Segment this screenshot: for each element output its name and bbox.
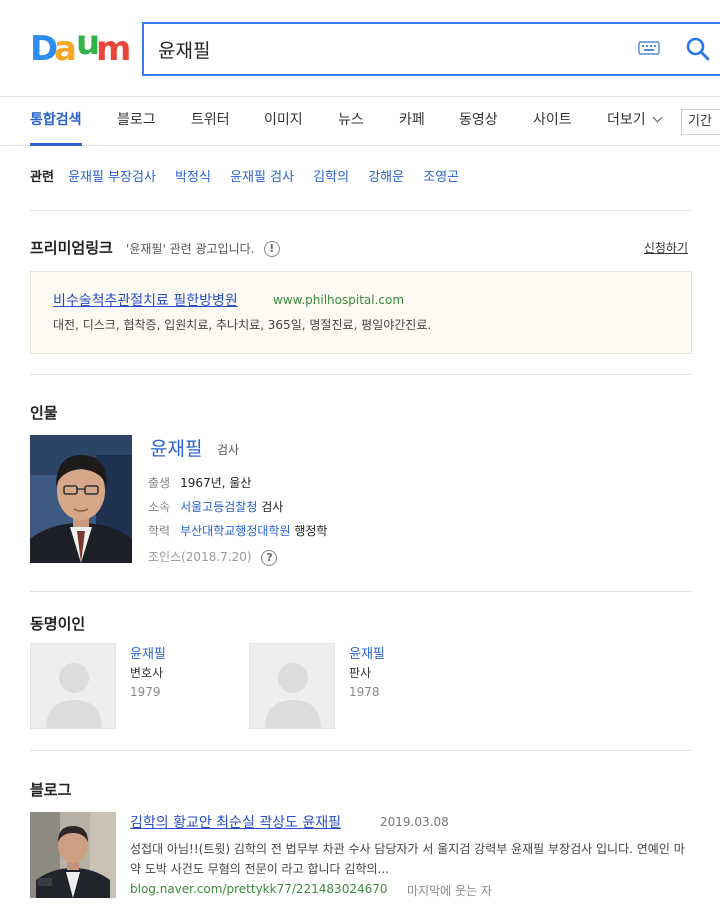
- info-icon[interactable]: !: [263, 240, 280, 257]
- blog-snippet: 성접대 아님!!(트윗) 김학의 전 법무부 차관 수사 담당자가 서 울지검 …: [130, 842, 685, 876]
- apply-link[interactable]: 신청하기: [644, 239, 688, 256]
- person-role: 검사: [217, 443, 240, 457]
- related-link[interactable]: 박정식: [175, 170, 211, 185]
- education-label: 학력: [148, 524, 171, 538]
- search-input[interactable]: [158, 24, 618, 74]
- affiliation-link[interactable]: 서울고등검찰청: [180, 500, 257, 514]
- person-photo-image: [30, 435, 132, 563]
- search-icon[interactable]: [684, 35, 712, 63]
- blog-author[interactable]: 마지막에 웃는 자: [407, 882, 492, 899]
- ad-box: 비수술척추관절치료 필한방병원 www.philhospital.com 대전,…: [30, 271, 692, 354]
- related-title: 관련: [30, 170, 54, 185]
- birth-row: 출생 1967년, 울산: [148, 474, 251, 491]
- tab-video[interactable]: 동영상: [459, 97, 498, 145]
- homonym-job: 판사: [349, 666, 372, 680]
- affiliation-row: 소속 서울고등검찰청 검사: [148, 498, 283, 515]
- homonym-name-link[interactable]: 윤재필: [130, 643, 166, 662]
- tab-site[interactable]: 사이트: [533, 97, 572, 145]
- logo-letter-a: a: [54, 29, 77, 69]
- birth-label: 출생: [148, 476, 171, 490]
- related-link[interactable]: 김학의: [313, 170, 349, 185]
- homonym-photo[interactable]: [30, 643, 116, 729]
- tab-total[interactable]: 통합검색: [30, 97, 82, 146]
- divider: [30, 210, 692, 211]
- blog-title-link[interactable]: 김학의 황교안 최순실 곽상도 윤재필: [130, 812, 341, 832]
- blog-url-link[interactable]: blog.naver.com/prettykk77/221483024670: [130, 882, 388, 896]
- tab-image[interactable]: 이미지: [264, 97, 303, 145]
- education-row: 학력 부산대학교행정대학원 행정학: [148, 522, 327, 539]
- logo-letter-m: m: [96, 29, 131, 69]
- education-link[interactable]: 부산대학교행정대학원: [180, 524, 290, 538]
- help-icon[interactable]: ?: [261, 549, 278, 566]
- related-searches: 관련 윤재필 부장검사 박정식 윤재필 검사 김학의 강해운 조영곤: [30, 166, 692, 190]
- ad-url[interactable]: www.philhospital.com: [273, 293, 404, 307]
- blog-thumbnail-image: [30, 812, 116, 898]
- keyboard-icon[interactable]: [638, 39, 660, 57]
- homonym-name-link[interactable]: 윤재필: [349, 643, 385, 662]
- related-link[interactable]: 조영곤: [423, 170, 459, 185]
- tab-cafe[interactable]: 카페: [399, 97, 425, 145]
- homonym-card[interactable]: 윤재필 변호사 1979: [30, 643, 230, 729]
- person-source: 조인스(2018.7.20) ?: [148, 548, 278, 566]
- divider: [30, 374, 692, 375]
- search-tabs: 통합검색 블로그 트위터 이미지 뉴스 카페 동영상 사이트 더보기 기간: [0, 96, 720, 146]
- tab-more[interactable]: 더보기: [607, 97, 663, 145]
- chevron-down-icon: [652, 112, 663, 123]
- profile-placeholder-icon: [31, 644, 115, 728]
- blog-date: 2019.03.08: [380, 815, 449, 829]
- tab-news[interactable]: 뉴스: [338, 97, 364, 145]
- blog-section-title: 블로그: [30, 781, 72, 799]
- person-photo[interactable]: [30, 435, 132, 563]
- homonym-job: 변호사: [130, 666, 164, 680]
- related-link[interactable]: 윤재필 부장검사: [68, 170, 156, 185]
- divider: [30, 591, 692, 592]
- blog-thumbnail[interactable]: [30, 812, 116, 898]
- profile-placeholder-icon: [250, 644, 334, 728]
- homonyms-section-title: 동명이인: [30, 615, 86, 633]
- premium-note: '윤재필' 관련 광고입니다.: [126, 242, 255, 256]
- birth-value: 1967년, 울산: [180, 476, 252, 490]
- search-box: [142, 22, 720, 76]
- homonym-photo[interactable]: [249, 643, 335, 729]
- tab-twitter[interactable]: 트위터: [191, 97, 230, 145]
- tab-blog[interactable]: 블로그: [117, 97, 156, 145]
- related-link[interactable]: 강해운: [368, 170, 404, 185]
- homonym-year: 1979: [130, 685, 161, 699]
- header: D a u m: [0, 0, 720, 96]
- ad-description: 대전, 디스크, 협착증, 입원치료, 추나치료, 365일, 명절진료, 평일…: [53, 318, 432, 332]
- daum-logo[interactable]: D a u m: [30, 24, 131, 69]
- related-link[interactable]: 윤재필 검사: [230, 170, 294, 185]
- homonym-year: 1978: [349, 685, 380, 699]
- period-select[interactable]: 기간: [681, 109, 720, 135]
- premium-title: 프리미엄링크: [30, 239, 113, 257]
- premium-heading: 프리미엄링크 '윤재필' 관련 광고입니다. !: [30, 237, 280, 258]
- divider: [30, 750, 692, 751]
- homonym-card[interactable]: 윤재필 판사 1978: [249, 643, 449, 729]
- ad-title-link[interactable]: 비수술척추관절치료 필한방병원: [53, 290, 238, 310]
- affiliation-suffix: 검사: [261, 500, 284, 514]
- affiliation-label: 소속: [148, 500, 171, 514]
- person-section-title: 인물: [30, 404, 58, 422]
- education-suffix: 행정학: [294, 524, 328, 538]
- tab-more-label: 더보기: [607, 112, 646, 128]
- source-text: 조인스(2018.7.20): [148, 550, 252, 564]
- person-name-link[interactable]: 윤재필: [150, 434, 202, 461]
